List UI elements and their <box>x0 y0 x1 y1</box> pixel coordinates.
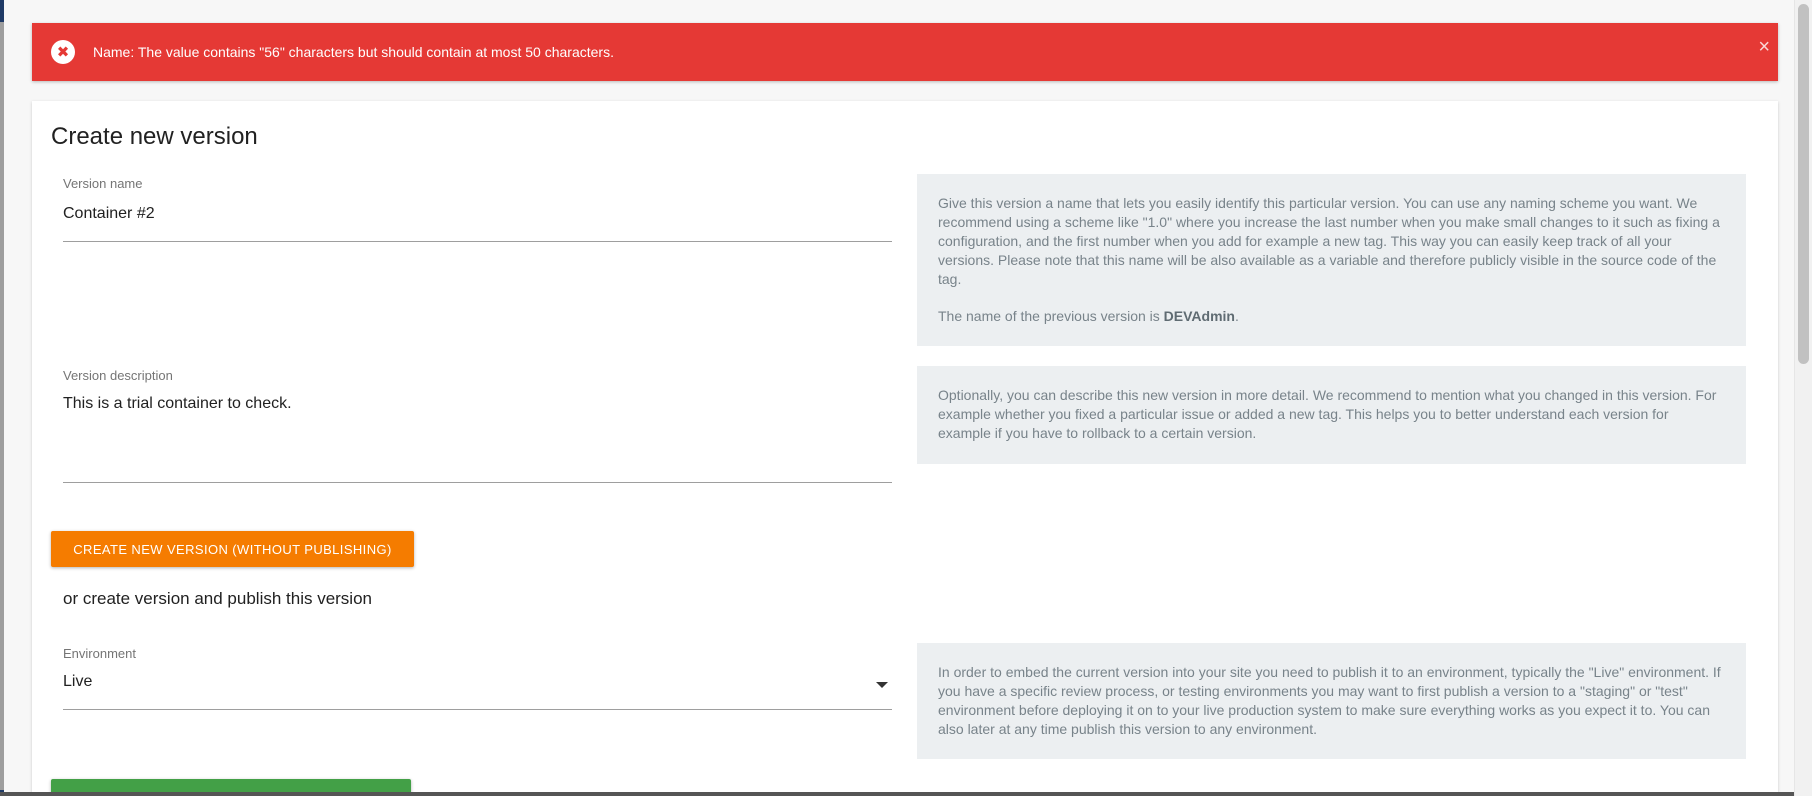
version-name-input[interactable]: Container #2 <box>63 205 892 223</box>
environment-help-text: In order to embed the current version in… <box>938 664 1721 737</box>
previous-version-prefix: The name of the previous version is <box>938 308 1164 324</box>
environment-label: Environment <box>63 646 136 661</box>
chevron-down-icon[interactable] <box>876 682 888 688</box>
environment-underline <box>63 709 892 710</box>
version-name-help-text: Give this version a name that lets you e… <box>938 195 1720 287</box>
version-name-underline <box>63 241 892 242</box>
version-description-help-text: Optionally, you can describe this new ve… <box>938 387 1717 441</box>
scrollbar-thumb[interactable] <box>1798 4 1809 364</box>
create-version-card: Create new version Version name Containe… <box>32 101 1778 796</box>
create-without-publishing-button[interactable]: CREATE NEW VERSION (WITHOUT PUBLISHING) <box>51 531 414 567</box>
or-publish-text: or create version and publish this versi… <box>63 589 372 608</box>
error-circle-icon: ✖ <box>51 40 75 64</box>
version-name-field[interactable]: Version name Container #2 <box>63 176 892 242</box>
version-name-help: Give this version a name that lets you e… <box>917 174 1746 346</box>
modal-surface: ✖ Name: The value contains "56" characte… <box>4 0 1794 796</box>
close-icon[interactable]: × <box>1758 36 1770 59</box>
version-description-help: Optionally, you can describe this new ve… <box>917 366 1746 464</box>
window-bottom-edge <box>0 792 1794 796</box>
version-description-field[interactable]: Version description This is a trial cont… <box>63 368 892 484</box>
error-notification: ✖ Name: The value contains "56" characte… <box>32 23 1778 81</box>
version-description-textarea[interactable]: This is a trial container to check. <box>63 395 892 413</box>
version-name-label: Version name <box>63 176 143 191</box>
environment-select[interactable]: Live <box>63 673 892 691</box>
page-root: ✖ Name: The value contains "56" characte… <box>0 0 1812 796</box>
scrollbar[interactable] <box>1794 0 1812 796</box>
previous-version-name: DEVAdmin <box>1163 308 1235 324</box>
previous-version-note: The name of the previous version is DEVA… <box>938 307 1725 326</box>
previous-version-suffix: . <box>1234 308 1239 324</box>
version-description-underline <box>63 482 892 483</box>
environment-field[interactable]: Environment Live <box>63 646 892 710</box>
page-title: Create new version <box>51 123 258 150</box>
error-message: Name: The value contains "56" characters… <box>93 44 614 60</box>
environment-help: In order to embed the current version in… <box>917 643 1746 759</box>
version-description-label: Version description <box>63 368 173 383</box>
